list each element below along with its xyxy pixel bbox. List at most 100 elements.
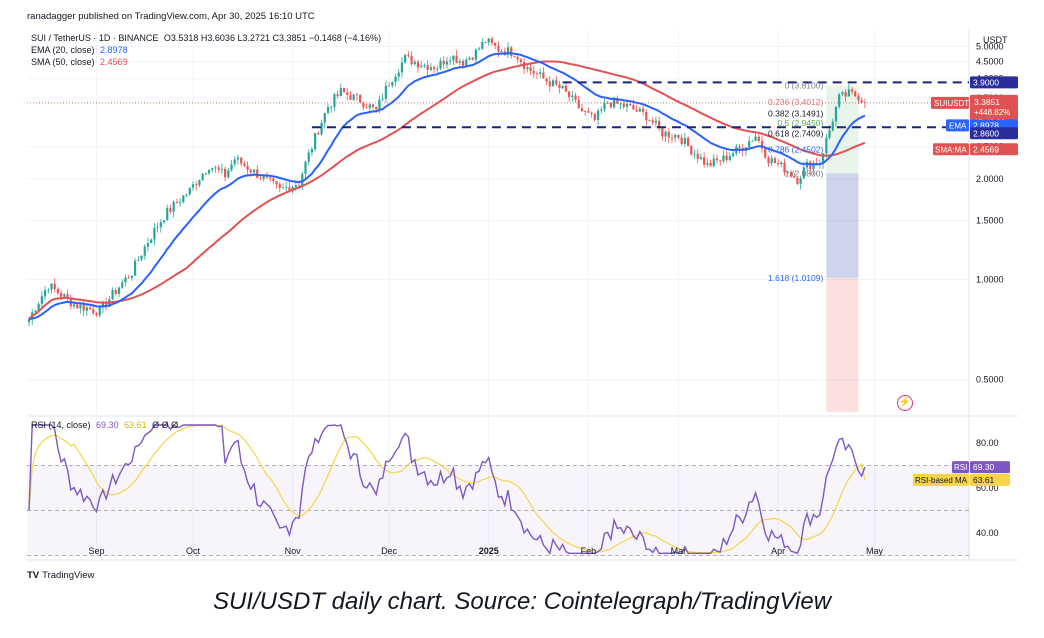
candle-body (423, 65, 426, 67)
candle-body (275, 181, 278, 185)
rsi-tag: 69.30 (973, 462, 995, 472)
sma-tag-label: SMA:MA (935, 145, 967, 154)
symbol-name: SUI / TetherUS · 1D · BINANCE (31, 33, 159, 43)
candle-body (780, 162, 783, 165)
price-chart[interactable]: 0 (3.8100)0.236 (3.4012)0.382 (3.1491)0.… (0, 0, 1044, 638)
candle-body (72, 304, 76, 307)
candle-body (510, 47, 513, 57)
month-label: 2025 (479, 546, 499, 556)
candle-body (34, 310, 37, 313)
candle-body (330, 106, 333, 108)
rsi-legend-extra: Ø Ø Ø (152, 420, 179, 430)
candle-body (664, 131, 667, 137)
candle-body (214, 167, 217, 169)
candle-body (92, 309, 95, 314)
candle-body (368, 104, 371, 108)
candle-body (95, 313, 98, 316)
candle-body (156, 227, 159, 228)
candle-body (240, 157, 243, 164)
candle-body (484, 42, 487, 43)
candle-body (667, 131, 670, 138)
candle-body (53, 283, 56, 289)
fib-retracement-band (826, 85, 859, 412)
candle-body (731, 153, 735, 157)
candle-body (686, 137, 690, 146)
candle-body (458, 61, 461, 63)
sma-legend[interactable]: SMA (50, close) 2.4569 (31, 57, 128, 67)
candle-body (47, 289, 50, 291)
candle-body (860, 100, 863, 103)
figure-caption: SUI/USDT daily chart. Source: Cointelegr… (212, 588, 832, 615)
candle-body (683, 137, 686, 144)
candle-body (757, 136, 760, 141)
fib-label: 0.5 (2.9450) (777, 118, 823, 128)
price-tick-label: 4.5000 (976, 57, 1004, 67)
candle-body (715, 158, 719, 161)
candle-body (625, 104, 629, 107)
candle-body (690, 145, 693, 155)
candle-body (143, 246, 146, 256)
candle-body (677, 134, 680, 138)
candle-body (391, 82, 394, 86)
candle-body (256, 169, 259, 178)
candle-body (449, 60, 452, 62)
candle-body (699, 157, 703, 159)
candle-body (310, 149, 314, 153)
currency-unit[interactable]: USDT (983, 35, 1008, 45)
fib-zone (826, 85, 859, 174)
ema-legend[interactable]: EMA (20, close) 2.8978 (31, 45, 128, 55)
candle-body (98, 307, 101, 316)
candle-body (339, 88, 342, 96)
candle-body (326, 107, 330, 113)
candle-body (355, 94, 359, 96)
candle-body (384, 85, 387, 99)
candle-body (725, 155, 728, 161)
fib-label: 0.618 (2.7409) (768, 128, 823, 138)
candle-body (712, 158, 715, 166)
candle-body (513, 56, 516, 57)
candle-body (609, 102, 613, 108)
candle-body (243, 163, 246, 166)
candle-body (230, 164, 233, 171)
sma-legend-label: SMA (50, close) (31, 57, 95, 67)
candle-body (323, 112, 326, 123)
tv-logo-text: TradingView (42, 570, 95, 581)
candle-body (175, 201, 178, 203)
candle-body (150, 239, 153, 244)
candle-body (532, 70, 535, 74)
candle-body (850, 89, 854, 92)
candle-body (346, 92, 349, 95)
candle-body (535, 73, 539, 75)
last-price-tag-change: +448.82% (974, 108, 1010, 117)
candle-body (776, 163, 780, 165)
candle-body (796, 177, 799, 184)
rsi-legend[interactable]: RSI (14, close) 69.30 63.61 Ø Ø Ø (31, 420, 178, 430)
candle-body (429, 67, 432, 70)
candle-body (252, 169, 256, 173)
candle-body (307, 152, 310, 162)
candle-body (236, 157, 240, 160)
candle-body (497, 45, 500, 52)
candle-body (82, 304, 85, 311)
candle-body (834, 106, 838, 122)
ema-tag-label: EMA (949, 121, 967, 130)
month-label: Sep (89, 546, 105, 556)
candle-body (751, 140, 754, 142)
candle-body (799, 178, 802, 184)
candle-body (320, 122, 323, 135)
candle-body (204, 173, 207, 175)
candle-body (670, 137, 674, 139)
candle-body (770, 158, 773, 164)
rsi-ma-legend-value: 63.61 (124, 420, 147, 430)
candle-body (680, 137, 683, 144)
candle-body (79, 304, 82, 309)
symbol-legend[interactable]: SUI / TetherUS · 1D · BINANCE O3.5318 H3… (31, 33, 381, 43)
month-label: May (866, 546, 884, 556)
candle-body (404, 55, 407, 63)
candle-body (825, 137, 828, 154)
candle-body (85, 307, 88, 311)
candle-body (551, 80, 555, 87)
lightning-icon[interactable]: ⚡ (897, 395, 913, 411)
candle-body (481, 42, 484, 49)
candle-body (442, 60, 445, 65)
